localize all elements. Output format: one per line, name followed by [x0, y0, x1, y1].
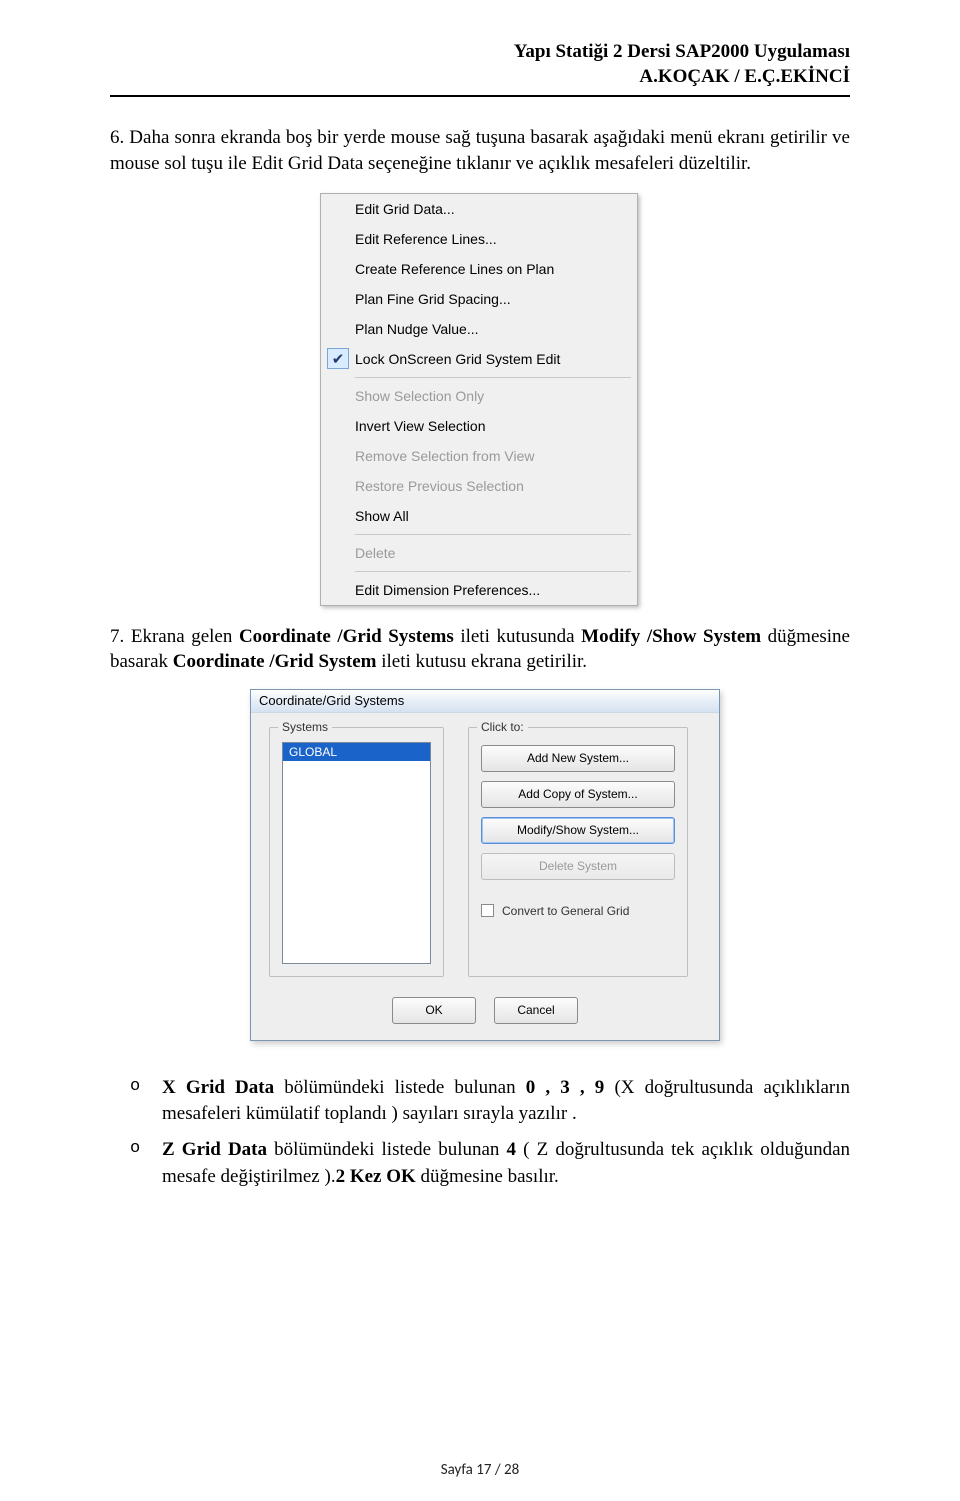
- clickto-legend: Click to:: [477, 720, 528, 734]
- menu-item[interactable]: ✔ Lock OnScreen Grid System Edit: [321, 344, 637, 374]
- convert-checkbox-row[interactable]: Convert to General Grid: [481, 904, 675, 918]
- b2-e: 2 Kez OK: [336, 1166, 416, 1187]
- menu-item-label: Show Selection Only: [355, 388, 623, 404]
- b2-f: düğmesine basılır.: [416, 1166, 559, 1187]
- menu-item[interactable]: Edit Grid Data...: [321, 194, 637, 224]
- menu-item: Restore Previous Selection: [321, 471, 637, 501]
- dialog-title: Coordinate/Grid Systems: [251, 690, 719, 713]
- convert-checkbox-label: Convert to General Grid: [502, 904, 629, 918]
- menu-item: Show Selection Only: [321, 381, 637, 411]
- menu-item-gutter: [321, 254, 355, 284]
- menu-item-label: Show All: [355, 508, 623, 524]
- menu-item[interactable]: Plan Nudge Value...: [321, 314, 637, 344]
- menu-item[interactable]: Edit Reference Lines...: [321, 224, 637, 254]
- menu-item-gutter: [321, 575, 355, 605]
- doc-header: Yapı Statiği 2 Dersi SAP2000 Uygulaması …: [110, 40, 850, 89]
- paragraph-6: 6. Daha sonra ekranda boş bir yerde mous…: [110, 125, 850, 176]
- check-icon: ✔: [327, 348, 349, 369]
- menu-item[interactable]: Create Reference Lines on Plan: [321, 254, 637, 284]
- menu-item-label: Create Reference Lines on Plan: [355, 261, 623, 277]
- menu-separator: [355, 534, 631, 535]
- menu-item: Remove Selection from View: [321, 441, 637, 471]
- menu-item-gutter: [321, 224, 355, 254]
- menu-item: Delete: [321, 538, 637, 568]
- b1-c: 0 , 3 , 9: [526, 1077, 615, 1098]
- ok-button[interactable]: OK: [392, 997, 476, 1024]
- menu-item-label: Edit Dimension Preferences...: [355, 582, 623, 598]
- p7-b: Coordinate /Grid Systems: [239, 626, 454, 647]
- list-item: Z Grid Data bölümündeki listede bulunan …: [110, 1137, 850, 1189]
- add-new-system-button[interactable]: Add New System...: [481, 745, 675, 772]
- menu-item-gutter: [321, 381, 355, 411]
- systems-legend: Systems: [278, 720, 332, 734]
- p7-c: ileti kutusunda: [454, 626, 581, 647]
- clickto-fieldset: Click to: Add New System... Add Copy of …: [468, 727, 688, 977]
- header-line1: Yapı Statiği 2 Dersi SAP2000 Uygulaması: [110, 40, 850, 65]
- menu-separator: [355, 571, 631, 572]
- menu-item-label: Delete: [355, 545, 623, 561]
- header-rule: [110, 95, 850, 97]
- b2-b: bölümündeki listede bulunan: [267, 1139, 507, 1160]
- page-number: Sayfa 17 / 28: [0, 1461, 960, 1479]
- menu-item-label: Plan Fine Grid Spacing...: [355, 291, 623, 307]
- p7-a: 7. Ekrana gelen: [110, 626, 239, 647]
- b1-b: bölümündeki listede bulunan: [274, 1077, 526, 1098]
- menu-item-gutter: [321, 538, 355, 568]
- list-item[interactable]: GLOBAL: [283, 743, 430, 761]
- menu-item-label: Edit Grid Data...: [355, 201, 623, 217]
- paragraph-7: 7. Ekrana gelen Coordinate /Grid Systems…: [110, 624, 850, 675]
- b1-a: X Grid Data: [162, 1077, 274, 1098]
- menu-item-label: Restore Previous Selection: [355, 478, 623, 494]
- menu-item-label: Edit Reference Lines...: [355, 231, 623, 247]
- menu-item-gutter: ✔: [321, 344, 355, 374]
- menu-item-label: Remove Selection from View: [355, 448, 623, 464]
- menu-item-gutter: [321, 441, 355, 471]
- menu-item-gutter: [321, 314, 355, 344]
- coordinate-grid-dialog: Coordinate/Grid Systems Systems GLOBAL C…: [250, 689, 720, 1041]
- p7-d: Modify /Show System: [581, 626, 761, 647]
- menu-item-gutter: [321, 194, 355, 224]
- add-copy-system-button[interactable]: Add Copy of System...: [481, 781, 675, 808]
- menu-item-gutter: [321, 284, 355, 314]
- menu-item-gutter: [321, 471, 355, 501]
- cancel-button[interactable]: Cancel: [494, 997, 578, 1024]
- menu-item-gutter: [321, 411, 355, 441]
- menu-item-label: Lock OnScreen Grid System Edit: [355, 351, 623, 367]
- menu-item[interactable]: Show All: [321, 501, 637, 531]
- menu-item[interactable]: Edit Dimension Preferences...: [321, 575, 637, 605]
- delete-system-button: Delete System: [481, 853, 675, 880]
- p7-g: ileti kutusu ekrana getirilir.: [377, 651, 588, 672]
- convert-checkbox[interactable]: [481, 904, 494, 917]
- p7-f: Coordinate /Grid System: [173, 651, 377, 672]
- bullet-list: X Grid Data bölümündeki listede bulunan …: [110, 1075, 850, 1190]
- b2-c: 4: [507, 1139, 524, 1160]
- menu-item-label: Plan Nudge Value...: [355, 321, 623, 337]
- list-item: X Grid Data bölümündeki listede bulunan …: [110, 1075, 850, 1127]
- menu-item-gutter: [321, 501, 355, 531]
- systems-fieldset: Systems GLOBAL: [269, 727, 444, 977]
- systems-listbox[interactable]: GLOBAL: [282, 742, 431, 964]
- modify-show-system-button[interactable]: Modify/Show System...: [481, 817, 675, 844]
- menu-separator: [355, 377, 631, 378]
- header-line2: A.KOÇAK / E.Ç.EKİNCİ: [110, 65, 850, 90]
- menu-item[interactable]: Invert View Selection: [321, 411, 637, 441]
- menu-item-label: Invert View Selection: [355, 418, 623, 434]
- b2-a: Z Grid Data: [162, 1139, 267, 1160]
- menu-item[interactable]: Plan Fine Grid Spacing...: [321, 284, 637, 314]
- context-menu: Edit Grid Data... Edit Reference Lines...…: [320, 193, 638, 606]
